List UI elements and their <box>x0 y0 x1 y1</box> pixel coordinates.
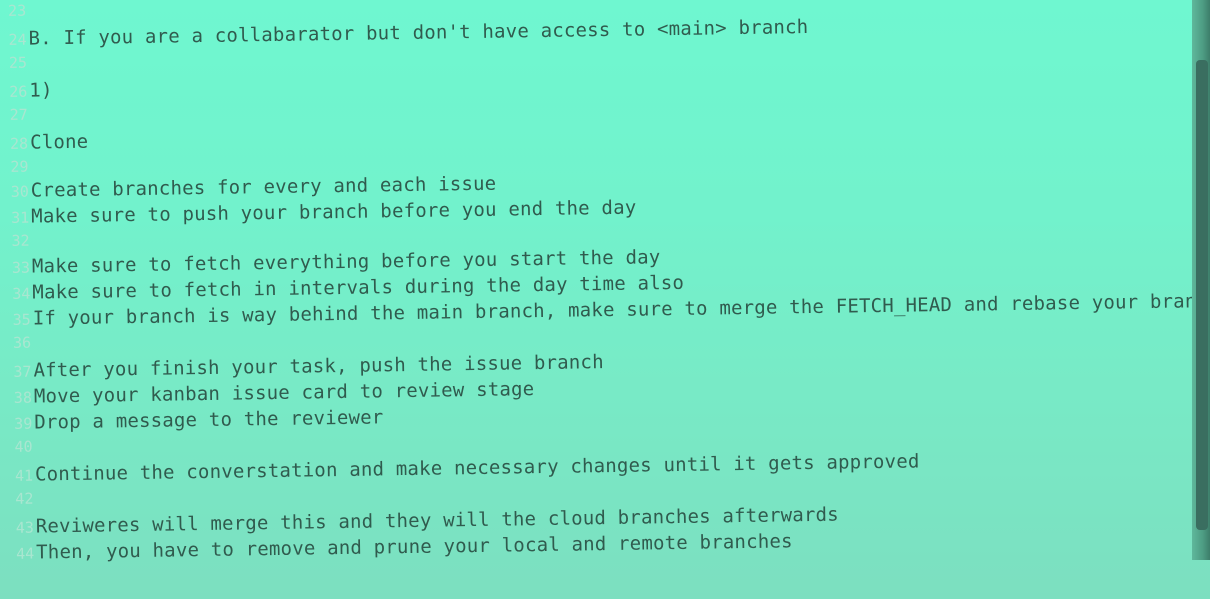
editor-line[interactable]: 42 <box>7 490 35 516</box>
editor-line[interactable]: 23 <box>0 2 28 28</box>
line-number: 29 <box>10 157 29 176</box>
line-number: 28 <box>9 134 29 153</box>
editor-line[interactable]: 27 <box>2 106 30 132</box>
editor-line[interactable]: 26 1) <box>1 79 53 106</box>
line-number: 40 <box>14 437 33 456</box>
line-number: 44 <box>16 544 35 563</box>
line-number: 31 <box>11 208 30 227</box>
line-number: 42 <box>15 489 34 508</box>
line-number: 39 <box>14 414 33 433</box>
line-number: 25 <box>8 53 28 72</box>
text-editor[interactable]: 23 24 B. If you are a collabarator but do… <box>0 0 1210 599</box>
editor-line[interactable]: 28 Clone <box>2 131 89 158</box>
editor-line[interactable]: 24 B. If you are a collabarator but don't… <box>0 16 808 54</box>
line-number: 27 <box>9 105 28 124</box>
line-number: 38 <box>13 388 33 407</box>
line-number: 33 <box>11 258 31 277</box>
editor-line[interactable]: 32 <box>3 232 31 258</box>
line-text: 1) <box>29 79 53 102</box>
line-text: Continue the converstation and make nece… <box>34 450 920 486</box>
line-number: 43 <box>15 518 34 537</box>
line-text: Create branches for every and each issue <box>30 172 497 202</box>
editor-line[interactable]: 40 <box>6 438 34 464</box>
editor-line[interactable]: 41 Continue the converstation and make ne… <box>7 450 920 490</box>
editor-line[interactable]: 25 <box>1 54 29 80</box>
scrollbar-thumb[interactable] <box>1196 60 1208 530</box>
line-number: 26 <box>9 82 28 101</box>
line-text: Drop a message to the reviewer <box>34 406 384 434</box>
line-number: 41 <box>14 466 34 485</box>
vertical-scrollbar[interactable] <box>1192 0 1210 560</box>
line-number: 30 <box>10 182 29 201</box>
line-number: 23 <box>7 1 27 20</box>
line-number: 24 <box>8 30 27 49</box>
line-number: 34 <box>12 284 31 303</box>
line-number: 37 <box>13 362 32 381</box>
editor-line[interactable]: 39 Drop a message to the reviewer <box>6 406 384 438</box>
line-number: 32 <box>11 231 30 250</box>
line-number: 36 <box>12 333 32 352</box>
line-text: After you finish your task, push the iss… <box>33 351 604 382</box>
line-text: Clone <box>29 130 89 154</box>
line-text: B. If you are a collabarator but don't h… <box>28 16 809 50</box>
editor-line[interactable]: 36 <box>5 334 33 360</box>
line-number: 35 <box>12 310 31 329</box>
